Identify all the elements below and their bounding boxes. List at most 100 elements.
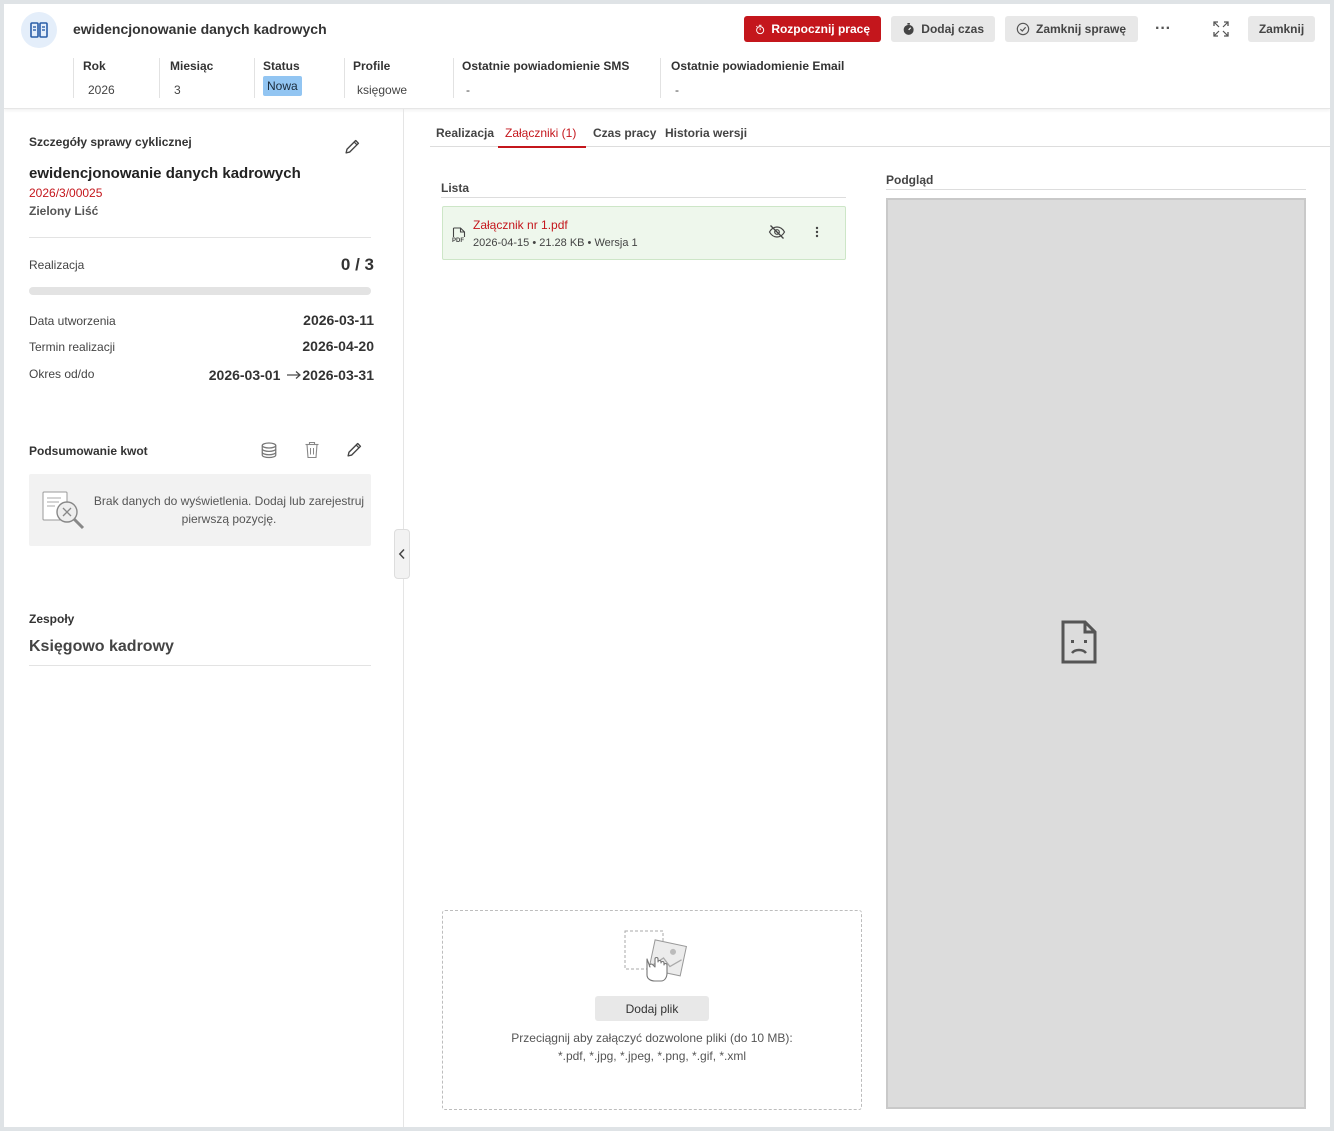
period-label: Okres od/do bbox=[29, 367, 95, 381]
meta-rok: Rok 2026 bbox=[73, 54, 153, 98]
meta-separator bbox=[660, 58, 661, 98]
chevron-left-icon bbox=[398, 548, 405, 560]
meta-email-label: Ostatnie powiadomienie Email bbox=[671, 59, 845, 73]
preview-label: Podgląd bbox=[886, 173, 934, 187]
period-range: 2026-03-01 2026-03-31 bbox=[209, 367, 374, 383]
check-circle-icon bbox=[1016, 22, 1030, 36]
timer-icon bbox=[903, 23, 914, 35]
period-to: 2026-03-31 bbox=[302, 367, 374, 383]
trash-icon bbox=[305, 441, 319, 459]
start-work-label: Rozpocznij pracę bbox=[771, 22, 870, 36]
book-icon bbox=[21, 12, 57, 48]
meta-miesiac-label: Miesiąc bbox=[170, 59, 214, 73]
meta-sms: Ostatnie powiadomienie SMS - bbox=[453, 54, 653, 98]
add-file-button[interactable]: Dodaj plik bbox=[595, 996, 709, 1021]
tab-realizacja[interactable]: Realizacja bbox=[436, 126, 494, 140]
teams-title: Zespoły bbox=[29, 612, 75, 626]
divider bbox=[29, 665, 371, 666]
tab-czas-pracy[interactable]: Czas pracy bbox=[593, 126, 656, 140]
attachment-name[interactable]: Załącznik nr 1.pdf bbox=[473, 218, 568, 232]
expand-icon bbox=[1213, 21, 1229, 37]
created-value: 2026-03-11 bbox=[303, 312, 374, 328]
broken-document-icon bbox=[1061, 620, 1097, 664]
divider bbox=[886, 189, 1306, 190]
pdf-file-badge: PDF bbox=[452, 238, 464, 244]
amounts-delete-button[interactable] bbox=[304, 441, 320, 462]
meta-rok-value: 2026 bbox=[88, 83, 115, 97]
add-time-button[interactable]: Dodaj czas bbox=[891, 16, 995, 42]
no-data-search-icon bbox=[42, 491, 85, 530]
meta-separator bbox=[73, 58, 74, 98]
panel-divider bbox=[403, 109, 404, 1127]
dropzone-hint-text: Przeciągnij aby załączyć dozwolone pliki… bbox=[511, 1031, 793, 1045]
meta-miesiac: Miesiąc 3 bbox=[159, 54, 249, 98]
meta-profile: Profile księgowe bbox=[344, 54, 454, 98]
tab-bar: Realizacja Załączniki (1) Czas pracy His… bbox=[430, 120, 1330, 148]
meta-profile-value: księgowe bbox=[357, 83, 408, 97]
start-work-button[interactable]: Rozpocznij pracę bbox=[744, 16, 881, 42]
file-dropzone[interactable]: Dodaj plik Przeciągnij aby załączyć dozw… bbox=[442, 910, 862, 1110]
case-details-panel: Szczegóły sprawy cyklicznej ewidencjonow… bbox=[14, 120, 384, 1127]
vertical-dots-icon bbox=[815, 226, 819, 238]
meta-status-label: Status bbox=[263, 59, 300, 73]
meta-profile-label: Profile bbox=[353, 59, 391, 73]
page-title: ewidencjonowanie danych kadrowych bbox=[73, 21, 327, 37]
pencil-icon bbox=[347, 442, 362, 457]
tab-historia-wersji[interactable]: Historia wersji bbox=[665, 126, 747, 140]
deadline-value: 2026-04-20 bbox=[302, 338, 374, 354]
amounts-edit-button[interactable] bbox=[346, 441, 363, 461]
created-label: Data utworzenia bbox=[29, 314, 116, 328]
meta-email-value: - bbox=[675, 83, 679, 97]
meta-email: Ostatnie powiadomienie Email - bbox=[660, 54, 880, 98]
realization-label: Realizacja bbox=[29, 258, 85, 272]
allowed-file-types: *.pdf, *.jpg, *.jpeg, *.png, *.gif, *.xm… bbox=[557, 1049, 747, 1063]
attachment-meta: 2026-04-15 • 21.28 KB • Wersja 1 bbox=[473, 237, 638, 249]
edit-details-button[interactable] bbox=[344, 138, 361, 158]
arrow-right-icon bbox=[287, 371, 302, 379]
close-case-label: Zamknij sprawę bbox=[1036, 22, 1127, 36]
attachment-item[interactable]: PDF Załącznik nr 1.pdf 2026-04-15 • 21.2… bbox=[442, 206, 846, 260]
amounts-empty-text: Brak danych do wyświetlenia. Dodaj lub z… bbox=[93, 494, 365, 526]
meta-separator bbox=[453, 58, 454, 98]
expand-button[interactable] bbox=[1207, 16, 1235, 42]
app-window: ewidencjonowanie danych kadrowych Rozpoc… bbox=[4, 4, 1330, 1127]
client-name: Zielony Liść bbox=[29, 204, 99, 218]
amounts-title: Podsumowanie kwot bbox=[29, 444, 148, 458]
amounts-coins-button[interactable] bbox=[260, 441, 278, 462]
close-label: Zamknij bbox=[1258, 22, 1305, 36]
realization-progress bbox=[29, 287, 371, 295]
more-icon: ··· bbox=[1155, 20, 1171, 37]
close-button[interactable]: Zamknij bbox=[1248, 16, 1315, 42]
divider bbox=[441, 197, 846, 198]
hide-preview-button[interactable] bbox=[768, 224, 786, 243]
meta-miesiac-value: 3 bbox=[174, 83, 181, 97]
list-label: Lista bbox=[441, 181, 470, 195]
coins-icon bbox=[261, 442, 277, 459]
close-case-button[interactable]: Zamknij sprawę bbox=[1005, 16, 1138, 42]
header: ewidencjonowanie danych kadrowych Rozpoc… bbox=[4, 4, 1330, 109]
meta-separator bbox=[344, 58, 345, 98]
realization-value: 0 / 3 bbox=[340, 255, 374, 274]
meta-sms-label: Ostatnie powiadomienie SMS bbox=[462, 59, 630, 73]
divider bbox=[29, 237, 371, 238]
case-number: 2026/3/00025 bbox=[29, 186, 103, 200]
add-time-label: Dodaj czas bbox=[921, 22, 984, 36]
deadline-label: Termin realizacji bbox=[29, 340, 116, 354]
status-badge: Nowa bbox=[263, 76, 302, 96]
meta-separator bbox=[159, 58, 160, 98]
active-tab-indicator bbox=[498, 146, 586, 148]
amounts-empty-state: Brak danych do wyświetlenia. Dodaj lub z… bbox=[29, 474, 371, 546]
attachment-menu-button[interactable] bbox=[813, 225, 821, 242]
details-section-title: Szczegóły sprawy cyklicznej bbox=[29, 135, 192, 149]
collapse-panel-button[interactable] bbox=[394, 529, 410, 579]
pencil-icon bbox=[345, 139, 360, 154]
eye-off-icon bbox=[768, 225, 786, 239]
meta-status: Status Nowa bbox=[254, 54, 344, 98]
stopwatch-icon bbox=[756, 24, 765, 34]
meta-rok-label: Rok bbox=[83, 59, 106, 73]
more-options-button[interactable]: ··· bbox=[1149, 16, 1177, 42]
drag-drop-image-icon bbox=[624, 930, 688, 982]
tab-zalaczniki[interactable]: Załączniki (1) bbox=[505, 126, 576, 140]
case-name: ewidencjonowanie danych kadrowych bbox=[29, 165, 301, 182]
meta-separator bbox=[254, 58, 255, 98]
